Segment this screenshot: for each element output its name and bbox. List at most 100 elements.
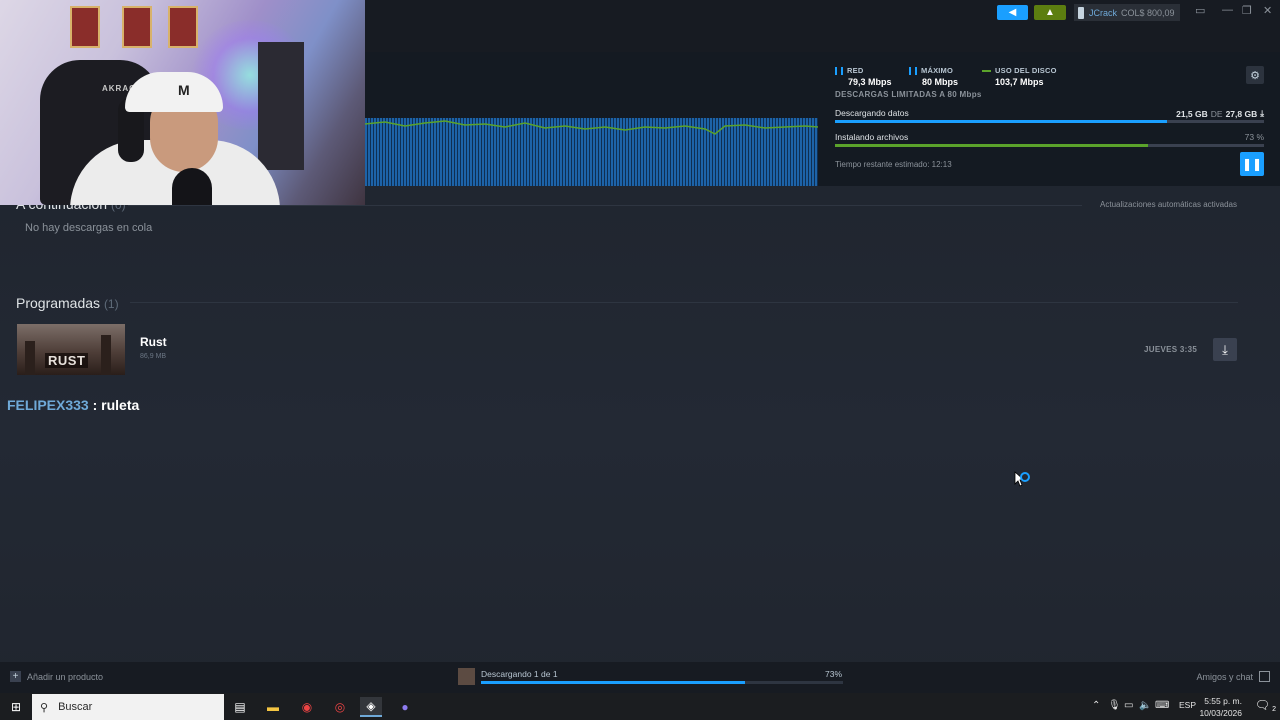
minimize-icon[interactable]: —: [1222, 4, 1233, 16]
scheduled-divider: [130, 302, 1238, 303]
disk-label: USO DEL DISCO: [995, 66, 1057, 75]
steam-bottom-bar: + Añadir un producto Descargando 1 de 1 …: [0, 662, 1280, 693]
friends-chat-button[interactable]: Amigos y chat: [1196, 671, 1270, 682]
show-hidden-icons-icon[interactable]: ⌃: [1092, 700, 1100, 711]
download-icon: ⤓: [1260, 108, 1264, 118]
obs-icon[interactable]: ◎: [330, 697, 350, 717]
game-size: 86,9 MB: [140, 353, 167, 360]
disk-value: 103,7 Mbps: [995, 77, 1044, 87]
wall-poster: [70, 6, 100, 48]
scheduled-time: JUEVES 3:35: [1144, 345, 1198, 354]
cap: [125, 72, 223, 112]
disk-stat: USO DEL DISCO 103,7 Mbps: [982, 66, 1057, 87]
username: JCrack: [1089, 7, 1118, 18]
keyboard-icon[interactable]: ⌨: [1155, 700, 1169, 711]
clock-time: 5:55 p. m.: [1204, 696, 1242, 706]
network-value: 79,3 Mbps: [848, 77, 892, 87]
pause-icon: ❚❚: [1241, 157, 1263, 171]
download-progress-bar: [835, 120, 1264, 123]
of-label: DE: [1210, 108, 1223, 119]
cap-logo: M: [178, 82, 190, 98]
windows-taskbar: ⊞ ⚲ Buscar ▤ ▬ ◉ ◎ ◈ ● ⌃ 🎙 ▭ 🔈 ⌨ ESP 5:5…: [0, 693, 1280, 720]
start-download-button[interactable]: ⤓: [1213, 338, 1237, 361]
notifications-button[interactable]: ▲: [1034, 5, 1066, 20]
chrome-icon[interactable]: ◉: [297, 697, 317, 717]
language-indicator[interactable]: ESP: [1179, 700, 1196, 710]
download-status[interactable]: Descargando 1 de 1: [481, 669, 558, 679]
install-percent-value: 73 %: [1244, 132, 1264, 142]
install-percent: 73 %: [1245, 132, 1264, 142]
max-bars-icon: [909, 66, 917, 75]
tree-shape: [101, 335, 111, 375]
game-thumbnail[interactable]: RUST: [17, 324, 125, 375]
steam-icon[interactable]: ◈: [360, 697, 382, 717]
announcements-button[interactable]: ◀: [997, 5, 1028, 20]
download-progress-fill: [835, 120, 1167, 123]
download-limit-text: DESCARGAS LIMITADAS A 80 Mbps: [835, 90, 982, 99]
file-explorer-icon[interactable]: ▬: [263, 697, 283, 717]
notification-center-icon[interactable]: 🗨: [1255, 698, 1270, 712]
max-label: MÁXIMO: [921, 66, 954, 75]
installing-label: Instalando archivos: [835, 132, 909, 142]
account-menu[interactable]: JCrack COL$ 800,09: [1074, 4, 1180, 21]
pause-button[interactable]: ❚❚: [1240, 152, 1264, 176]
download-size: 21,5 GB DE 27,8 GB ⤓: [1176, 108, 1264, 119]
total-amount: 27,8 GB: [1225, 108, 1258, 119]
friends-chat-label: Amigos y chat: [1196, 671, 1253, 682]
download-header: RED 79,3 Mbps MÁXIMO 80 Mbps USO DEL DIS…: [364, 52, 1280, 186]
network-label: RED: [847, 66, 864, 75]
bottom-progress-bar: [481, 681, 843, 684]
network-graph: [364, 118, 819, 186]
chat-message: ruleta: [101, 397, 140, 413]
download-percent: 73%: [825, 669, 843, 679]
notification-count: 2: [1272, 706, 1276, 713]
game-title[interactable]: Rust: [140, 335, 167, 349]
search-placeholder: Buscar: [58, 701, 93, 713]
tree-shape: [25, 341, 35, 375]
gear-icon: ⚙: [1250, 69, 1260, 82]
task-view-icon[interactable]: ▤: [230, 697, 250, 717]
chat-overlay: FELIPEX333 : ruleta: [7, 397, 139, 413]
windows-start-icon[interactable]: ⊞: [0, 693, 32, 720]
network-icon[interactable]: ▭: [1124, 700, 1133, 711]
close-icon[interactable]: ✕: [1263, 4, 1272, 17]
queue-divider: [128, 205, 1082, 206]
taskbar-search[interactable]: ⚲ Buscar: [32, 694, 224, 720]
search-icon: ⚲: [40, 701, 49, 714]
chat-nick: FELIPEX333: [7, 397, 89, 413]
plus-icon: +: [10, 671, 21, 682]
settings-button[interactable]: ⚙: [1246, 66, 1264, 84]
avatar: [1078, 6, 1084, 19]
bell-icon: ▲: [1045, 7, 1055, 18]
max-stat: MÁXIMO 80 Mbps: [909, 66, 958, 87]
eta-text: Tiempo restante estimado: 12:13: [835, 160, 952, 169]
bottom-progress-fill: [481, 681, 746, 684]
wall-poster: [122, 6, 152, 48]
downloaded-amount: 21,5 GB: [1176, 108, 1208, 119]
clock-date: 10/03/2026: [1199, 708, 1242, 718]
add-product-label: Añadir un producto: [27, 671, 104, 682]
microphone-icon[interactable]: 🎙: [1108, 700, 1121, 711]
network-bars-icon: [835, 66, 843, 75]
monitor-icon[interactable]: ▭: [1195, 4, 1205, 17]
wall-poster: [168, 6, 198, 48]
install-progress-fill: [835, 144, 1149, 147]
discord-icon[interactable]: ●: [395, 697, 415, 717]
auto-updates-status: Actualizaciones automáticas activadas: [1100, 200, 1237, 209]
megaphone-icon: ◀: [1008, 7, 1017, 18]
disk-usage-line: [364, 120, 819, 135]
webcam-overlay: AKRAC M: [0, 0, 365, 205]
download-icon: ⤓: [1222, 341, 1228, 357]
downloading-game-thumb[interactable]: [458, 668, 475, 685]
shelf: [258, 42, 304, 170]
scheduled-count: (1): [103, 297, 119, 311]
scheduled-title: Programadas (1): [16, 295, 119, 311]
clock[interactable]: 5:55 p. m. 10/03/2026: [1199, 695, 1242, 719]
queue-empty-text: No hay descargas en cola: [25, 222, 153, 234]
disk-line-icon: [982, 69, 991, 72]
restore-icon[interactable]: ❐: [1242, 4, 1252, 17]
volume-icon[interactable]: 🔈: [1139, 700, 1151, 711]
game-logo: RUST: [45, 353, 89, 368]
add-product-button[interactable]: + Añadir un producto: [10, 671, 103, 682]
chat-icon: [1259, 671, 1270, 682]
